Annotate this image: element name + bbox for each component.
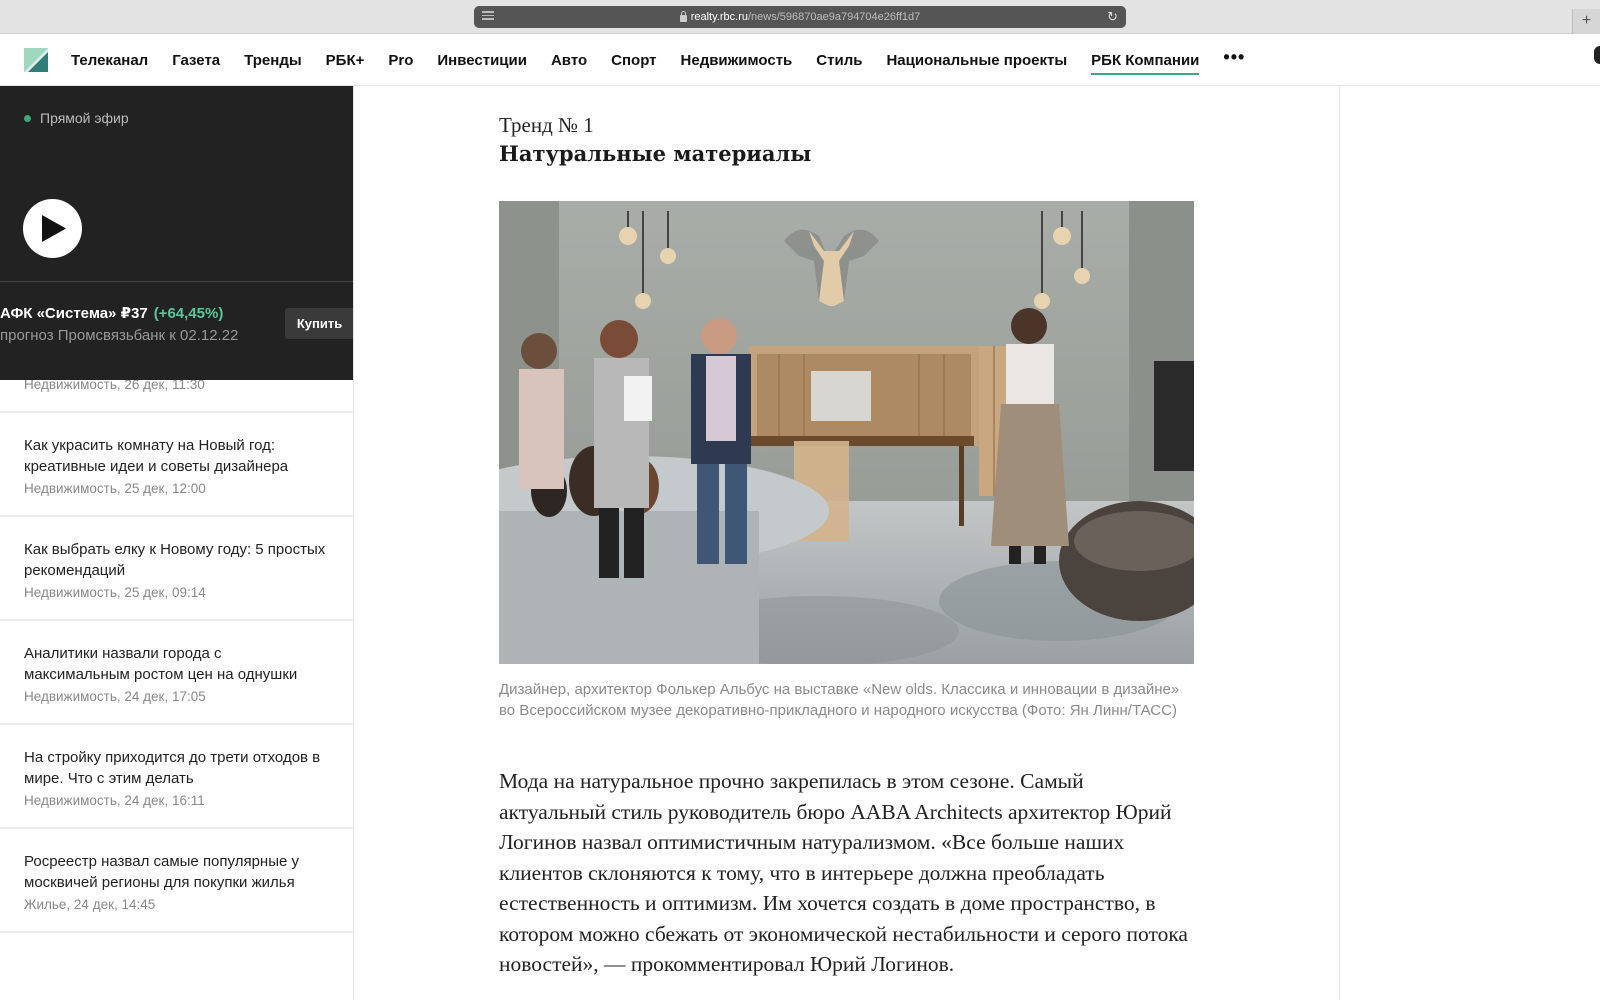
trend-number: Тренд № 1 (499, 113, 594, 137)
trend-title: Натуральные материалы (499, 141, 812, 166)
nav-item[interactable]: Недвижимость (681, 52, 793, 69)
main-nav: Телеканал Газета Тренды РБК+ Pro Инвестиции Ав… (71, 34, 1245, 86)
ad-stock-change: (+64,45%) (153, 305, 224, 322)
news-title: Как украсить комнату на Новый год: креат… (24, 437, 289, 475)
browser-toolbar: realty.rbc.ru/news/596870ae9a794704e26ff… (0, 0, 1600, 34)
photo-caption: Дизайнер, архитектор Фолькер Альбус на в… (499, 681, 1180, 719)
nav-item[interactable]: Стиль (816, 52, 862, 69)
news-title: Как выбрать елку к Новому году: 5 просты… (24, 541, 326, 579)
nav-item[interactable]: Спорт (611, 52, 656, 69)
nav-item[interactable]: Телеканал (71, 52, 148, 69)
article: Тренд № 1 Натуральные материалы Дизайнер… (354, 86, 1340, 1000)
news-item[interactable]: Аналитики назвали города с максимальным … (0, 621, 353, 725)
nav-item[interactable]: РБК Компании (1091, 52, 1200, 75)
news-meta: Недвижимость, 25 дек, 12:00 (24, 481, 206, 496)
reader-mode-icon[interactable] (482, 11, 494, 22)
news-meta: Недвижимость, 24 дек, 17:05 (24, 689, 206, 704)
live-indicator-icon (24, 114, 31, 122)
news-feed: и участок к праздникуНедвижимость, 26 де… (0, 330, 353, 933)
news-item[interactable]: Как выбрать елку к Новому году: 5 просты… (0, 517, 353, 621)
lock-icon (679, 10, 687, 22)
news-item[interactable]: Росреестр назвал самые популярные у моск… (0, 829, 353, 933)
left-sidebar: Прямой эфир АФК «Система» ₽37 (+64,45%) п… (0, 86, 354, 1000)
more-menu-icon[interactable]: ••• (1223, 48, 1245, 66)
ad-forecast: прогноз Промсвязьбанк к 02.12.22 (0, 327, 239, 344)
nav-item[interactable]: Газета (172, 52, 220, 69)
new-tab-button[interactable]: + (1572, 9, 1600, 34)
news-meta: Недвижимость, 24 дек, 16:11 (24, 793, 205, 808)
reload-icon[interactable]: ↻ (1107, 9, 1118, 25)
nav-item[interactable]: Тренды (244, 52, 302, 69)
live-stream-panel: Прямой эфир АФК «Система» ₽37 (+64,45%) п… (0, 86, 353, 380)
ad-stock-title[interactable]: АФК «Система» ₽37 (+64,45%) (0, 304, 223, 322)
nav-item[interactable]: РБК+ (326, 52, 365, 69)
url-domain: realty.rbc.ru (690, 11, 748, 23)
news-meta: Недвижимость, 25 дек, 09:14 (24, 585, 206, 600)
news-item[interactable]: На стройку приходится до трети отходов в… (0, 725, 353, 829)
news-meta: Жилье, 24 дек, 14:45 (24, 897, 156, 912)
news-title: Росреестр назвал самые популярные у моск… (24, 853, 299, 891)
live-label: Прямой эфир (24, 110, 129, 126)
live-label-text: Прямой эфир (40, 110, 129, 126)
nav-item[interactable]: Pro (388, 52, 413, 69)
article-photo[interactable] (499, 201, 1194, 664)
account-icon[interactable] (1594, 46, 1600, 64)
buy-button[interactable]: Купить (285, 308, 353, 339)
nav-item[interactable]: Инвестиции (437, 52, 527, 69)
news-title: Аналитики назвали города с максимальным … (24, 645, 298, 683)
nav-item[interactable]: Авто (551, 52, 587, 69)
news-title: На стройку приходится до трети отходов в… (24, 749, 321, 787)
divider (0, 281, 353, 282)
news-item[interactable]: Как украсить комнату на Новый год: креат… (0, 413, 353, 517)
url-path: /news/596870ae9a794704e26ff1d7 (747, 11, 921, 23)
address-bar[interactable]: realty.rbc.ru/news/596870ae9a794704e26ff… (474, 6, 1126, 28)
site-header: Телеканал Газета Тренды РБК+ Pro Инвестиции Ав… (0, 34, 1600, 86)
rbc-logo-icon[interactable] (24, 48, 48, 72)
nav-item[interactable]: Национальные проекты (886, 52, 1067, 69)
ad-stock-name: АФК «Система» ₽37 (0, 305, 148, 322)
play-icon (42, 215, 66, 242)
article-paragraph: Мода на натуральное прочно закрепилась в… (499, 769, 1188, 976)
play-button[interactable] (23, 199, 82, 258)
